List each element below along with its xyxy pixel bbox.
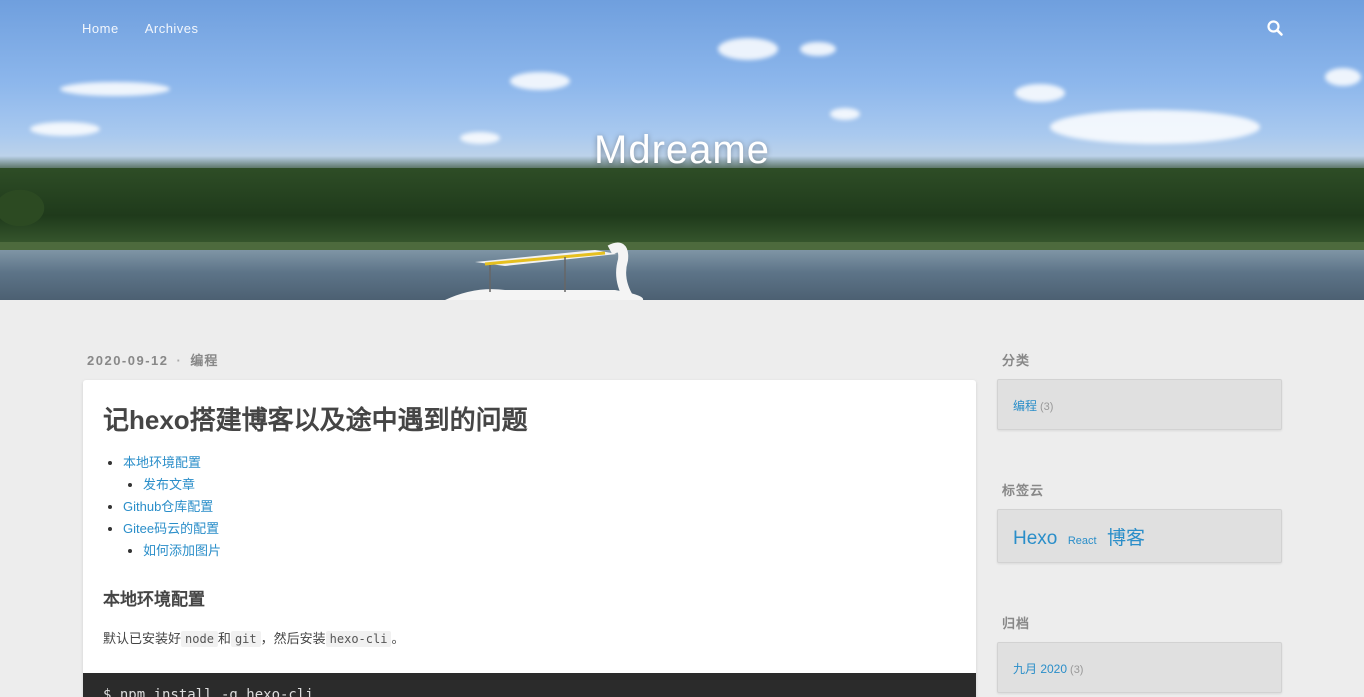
site-title: Mdreame xyxy=(594,128,770,172)
toc-item: 本地环境配置 发布文章 xyxy=(123,452,221,496)
para-text: 和 xyxy=(217,631,231,646)
tree-line xyxy=(0,168,1364,248)
para-text: ，然后安装 xyxy=(260,631,326,646)
post-card: 记hexo搭建博客以及途中遇到的问题 本地环境配置 发布文章 Github仓库配… xyxy=(83,380,976,697)
cloud xyxy=(718,38,778,60)
section-heading: 本地环境配置 xyxy=(103,590,205,609)
nav-archives-link[interactable]: Archives xyxy=(145,21,199,36)
sidebar-tagcloud-box: Hexo React 博客 xyxy=(997,509,1282,563)
inline-code: git xyxy=(230,631,261,647)
toc-link[interactable]: 本地环境配置 xyxy=(123,455,201,470)
lake-water xyxy=(0,250,1364,300)
meta-separator: · xyxy=(176,353,183,368)
code-block: $ npm install -g hexo-cli xyxy=(83,673,976,697)
cloud xyxy=(830,108,860,120)
para-text: 。 xyxy=(391,631,405,646)
search-icon[interactable] xyxy=(1266,19,1284,37)
para-text: 默认已安装好 xyxy=(103,631,182,646)
sidebar-tags-heading: 标签云 xyxy=(1002,483,1045,498)
cloud xyxy=(510,72,570,90)
inline-code: node xyxy=(181,631,218,647)
sidebar-categories-box: 编程 (3) xyxy=(997,379,1282,430)
cloud xyxy=(60,82,170,96)
toc-subitem: 发布文章 xyxy=(143,474,221,496)
toc-link[interactable]: 发布文章 xyxy=(143,477,195,492)
category-count: (3) xyxy=(1040,401,1054,413)
tag-link[interactable]: React xyxy=(1068,535,1097,547)
sidebar-archive-heading: 归档 xyxy=(1002,616,1031,631)
post-category-link[interactable]: 编程 xyxy=(190,353,218,368)
nav-home-link[interactable]: Home xyxy=(82,21,119,36)
post-meta: 2020-09-12 · 编程 xyxy=(87,350,218,369)
archive-count: (3) xyxy=(1070,664,1084,676)
swan-boat-image xyxy=(445,242,644,300)
archive-link[interactable]: 九月 2020 xyxy=(1013,662,1067,676)
toc-link[interactable]: 如何添加图片 xyxy=(143,543,221,558)
cloud xyxy=(800,42,836,56)
table-of-contents: 本地环境配置 发布文章 Github仓库配置 Gitee码云的配置 如何添加图片 xyxy=(123,452,221,562)
toc-subitem: 如何添加图片 xyxy=(143,540,221,562)
toc-link[interactable]: Gitee码云的配置 xyxy=(123,521,219,536)
inline-code: hexo-cli xyxy=(325,631,392,647)
sidebar-categories-heading: 分类 xyxy=(1002,353,1031,368)
toc-item: Github仓库配置 xyxy=(123,496,221,518)
post-date: 2020-09-12 xyxy=(87,353,169,368)
tag-link[interactable]: 博客 xyxy=(1107,528,1145,549)
code-line: $ npm install -g hexo-cli xyxy=(103,687,314,697)
post-paragraph: 默认已安装好 node 和 git ，然后安装 hexo-cli。 xyxy=(103,628,404,647)
cloud xyxy=(1325,68,1361,86)
cloud xyxy=(1015,84,1065,102)
category-link[interactable]: 编程 xyxy=(1013,399,1037,413)
toc-link[interactable]: Github仓库配置 xyxy=(123,499,213,514)
sidebar-archive-box: 九月 2020 (3) xyxy=(997,642,1282,693)
tag-link[interactable]: Hexo xyxy=(1013,528,1057,549)
post-title: 记hexo搭建博客以及途中遇到的问题 xyxy=(103,405,528,435)
toc-item: Gitee码云的配置 如何添加图片 xyxy=(123,518,221,562)
header-banner: Home Archives Mdreame xyxy=(0,0,1364,300)
main-nav: Home Archives xyxy=(82,21,199,36)
